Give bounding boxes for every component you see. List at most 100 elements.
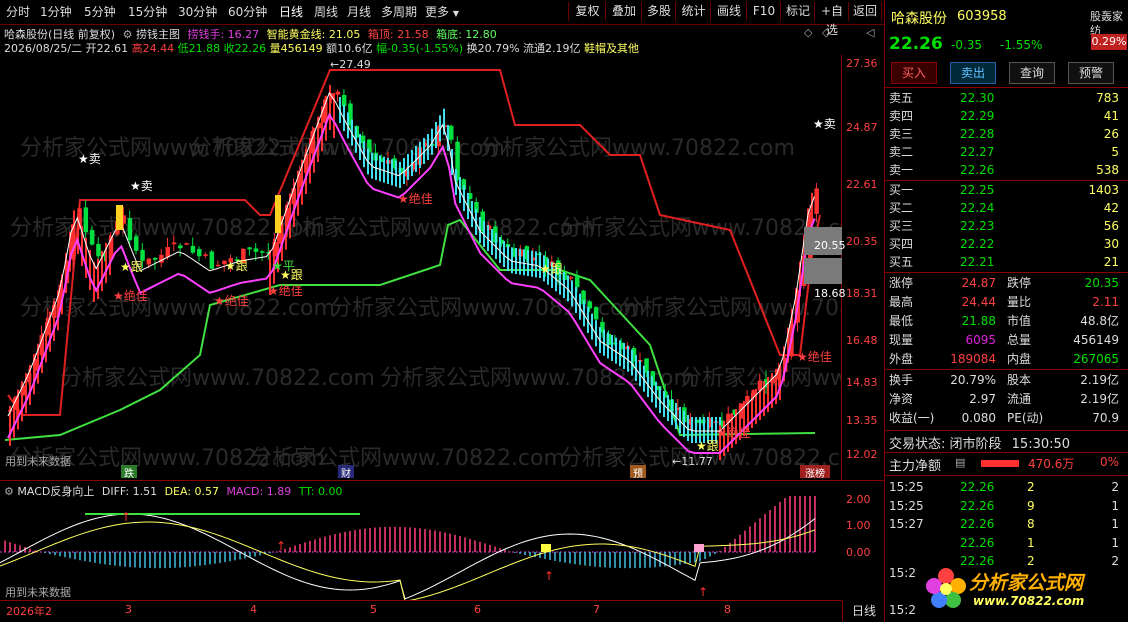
x-axis-line (0, 600, 842, 601)
x-tick-1: 3 (125, 603, 132, 616)
price-marker-lower-label: 18.68 (814, 287, 846, 300)
period-indicator[interactable]: 日线 (842, 601, 885, 621)
marker-forecast[interactable]: 预 (630, 465, 646, 480)
stat-value: 21.88 (961, 314, 996, 328)
tick-time: 15:25 (889, 498, 924, 513)
ask-label: 卖五 (889, 91, 914, 105)
tick-volume: 2 (1027, 554, 1035, 568)
candle-body (96, 243, 101, 257)
stat2-value: 2.97 (969, 392, 996, 406)
logo-name: 分析家公式网 (969, 572, 1084, 594)
bid-volume: 42 (1103, 201, 1119, 215)
signal-label: ★绝佳 (398, 191, 433, 206)
marker-finance[interactable]: 财 (338, 465, 354, 480)
ask-row[interactable]: 卖五 22.30 783 (885, 89, 1128, 107)
stat-label: 内盘 (1007, 352, 1032, 366)
f10-button[interactable]: F10 (746, 2, 781, 21)
bid-row[interactable]: 买四 22.22 30 (885, 235, 1128, 253)
stat2-row: 净资 2.97 流通 2.19亿 (885, 390, 1128, 408)
add-watchlist-button[interactable]: +自选 (814, 2, 849, 37)
macd-series: ↑ ↑ ↑ ↑ (0, 496, 816, 600)
period-tab-15min[interactable]: 15分钟 (128, 3, 167, 21)
period-tab-more[interactable]: 更多 ▼ (425, 3, 459, 21)
stat-row: 最高 24.44 量比 2.11 (885, 293, 1128, 311)
candle-body (215, 264, 221, 267)
stat2-label: 股本 (1007, 373, 1032, 387)
period-tab-monthly[interactable]: 月线 (347, 3, 371, 21)
macd-up-arrow: ↑ (698, 585, 708, 599)
statistics-button[interactable]: 统计 (675, 2, 711, 21)
bid-row[interactable]: 买五 22.21 21 (885, 253, 1128, 271)
diamond-icon-right[interactable]: ◇ (822, 26, 830, 39)
period-tab-daily[interactable]: 日线 (279, 3, 303, 21)
query-button[interactable]: 查询 (1009, 62, 1055, 84)
mark-button[interactable]: 标记 (780, 2, 815, 21)
buy-button[interactable]: 买入 (891, 62, 937, 84)
candle-body (209, 251, 215, 269)
highlight-candle (116, 205, 123, 230)
main-net-pct: 0% (1099, 455, 1119, 469)
ask-row[interactable]: 卖二 22.27 5 (885, 143, 1128, 161)
period-tab-5min[interactable]: 5分钟 (84, 3, 116, 21)
bar-high: 高24.44 (131, 42, 175, 55)
sell-button[interactable]: 卖出 (950, 62, 996, 84)
tick-row: 15:25 22.26 2 2 (885, 478, 1128, 496)
main-net-value: 470.6万 (1028, 457, 1075, 471)
signal-label: ★卖 (813, 117, 836, 131)
multi-stock-button[interactable]: 多股 (641, 2, 676, 21)
ask-row[interactable]: 卖三 22.28 26 (885, 125, 1128, 143)
stat-label: 现量 (889, 333, 914, 347)
ask-row[interactable]: 卖一 22.26 538 (885, 161, 1128, 179)
signal-label: ★绝佳 (716, 425, 751, 440)
main-net-row[interactable]: 主力净额 ▤ 470.6万 0% (885, 455, 1128, 474)
macd-chart[interactable]: ↑ ↑ ↑ ↑ (0, 496, 842, 600)
marker-fall[interactable]: 跌 (121, 465, 137, 480)
draw-line-button[interactable]: 画线 (710, 2, 747, 21)
tick-count: 2 (1111, 554, 1119, 568)
stat-value: 2.11 (1092, 295, 1119, 309)
tick-price: 22.26 (960, 517, 995, 531)
period-tab-60min[interactable]: 60分钟 (228, 3, 267, 21)
candle-body (449, 125, 454, 140)
macd-tick-0: 2.00 (846, 493, 871, 506)
marker-rise-list[interactable]: 涨榜 (800, 465, 830, 480)
back-button[interactable]: 返回 (848, 2, 882, 21)
period-tab-weekly[interactable]: 周线 (314, 3, 338, 21)
stat2-value: 0.080 (961, 411, 996, 425)
stat2-row: 换手 20.79% 股本 2.19亿 (885, 371, 1128, 389)
price-tick-6: 14.83 (846, 376, 878, 389)
sector-badge-pct: 0.29% (1091, 34, 1127, 50)
period-tab-multi[interactable]: 多周期 (381, 3, 417, 21)
candle-body (171, 242, 177, 245)
bid-row[interactable]: 买一 22.25 1403 (885, 181, 1128, 199)
bid-label: 买三 (889, 219, 914, 233)
list-icon[interactable]: ▤ (955, 456, 965, 469)
diamond-icon-left[interactable]: ◇ (804, 26, 812, 39)
period-tab-30min[interactable]: 30分钟 (178, 3, 217, 21)
stat-value: 456149 (1073, 333, 1119, 347)
alert-button[interactable]: 预警 (1068, 62, 1114, 84)
signal-label: ★跟 (120, 260, 143, 274)
macd-tick-1: 1.00 (846, 519, 871, 532)
ask-volume: 783 (1096, 91, 1119, 105)
signal-label: ★跟 (696, 439, 719, 453)
watermark-text: 分析家公式网www.70822.com (280, 216, 595, 241)
bid-price: 22.21 (960, 255, 995, 269)
restore-rights-button[interactable]: 复权 (568, 2, 606, 21)
bid-row[interactable]: 买三 22.23 56 (885, 217, 1128, 235)
period-tab-1min[interactable]: 1分钟 (40, 3, 72, 21)
main-kline-chart[interactable]: 分析家公式网www.70822.com分析家公式网www.70822.com分析… (0, 55, 842, 480)
candle-body (83, 207, 89, 233)
tick-row-partial: 15:2 (889, 603, 916, 617)
collapse-icon[interactable]: ◁ (866, 26, 874, 39)
period-tab-fenshi[interactable]: 分时 (6, 3, 30, 21)
bid-row[interactable]: 买二 22.24 42 (885, 199, 1128, 217)
trade-status-time: 15:30:50 (1011, 437, 1071, 452)
candle-body (203, 254, 208, 256)
stat-value: 24.87 (961, 276, 996, 290)
stat-label: 最低 (889, 314, 914, 328)
overlay-button[interactable]: 叠加 (605, 2, 642, 21)
last-price: 22.26 (889, 34, 943, 54)
ask-row[interactable]: 卖四 22.29 41 (885, 107, 1128, 125)
watermark-text: 分析家公式网www.70822.com (620, 296, 842, 321)
